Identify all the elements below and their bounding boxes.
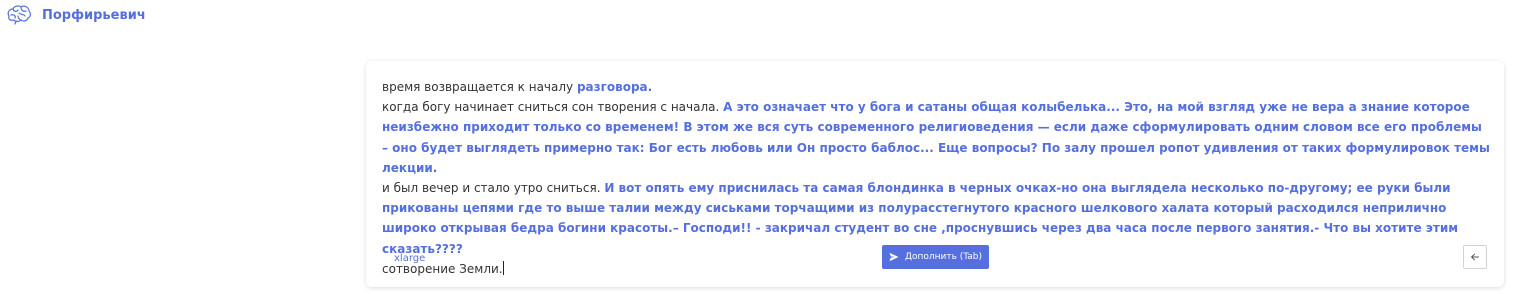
brand[interactable]: Порфирьевич <box>6 4 146 26</box>
complete-button-label: Дополнить (Tab) <box>904 252 983 262</box>
brand-name[interactable]: Порфирьевич <box>42 8 146 23</box>
brain-icon <box>7 5 31 25</box>
user-text: когда богу начинает сниться сон творения… <box>382 100 724 115</box>
back-button[interactable] <box>1463 245 1487 269</box>
model-size-label[interactable]: xlarge <box>394 253 425 264</box>
complete-button[interactable]: Дополнить (Tab) <box>882 245 989 269</box>
editor-paragraph: когда богу начинает сниться сон творения… <box>382 97 1492 178</box>
text-caret <box>502 260 504 275</box>
user-text: и был вечер и стало утро сниться. <box>382 181 605 196</box>
send-icon <box>889 252 899 262</box>
editor-paragraph: время возвращается к началу разговора. <box>382 77 1492 97</box>
arrow-left-icon <box>1471 253 1479 261</box>
editor-card: время возвращается к началу разговора. ко… <box>366 61 1504 287</box>
generated-text: разговора. <box>576 80 653 94</box>
user-text: время возвращается к началу <box>382 80 577 94</box>
